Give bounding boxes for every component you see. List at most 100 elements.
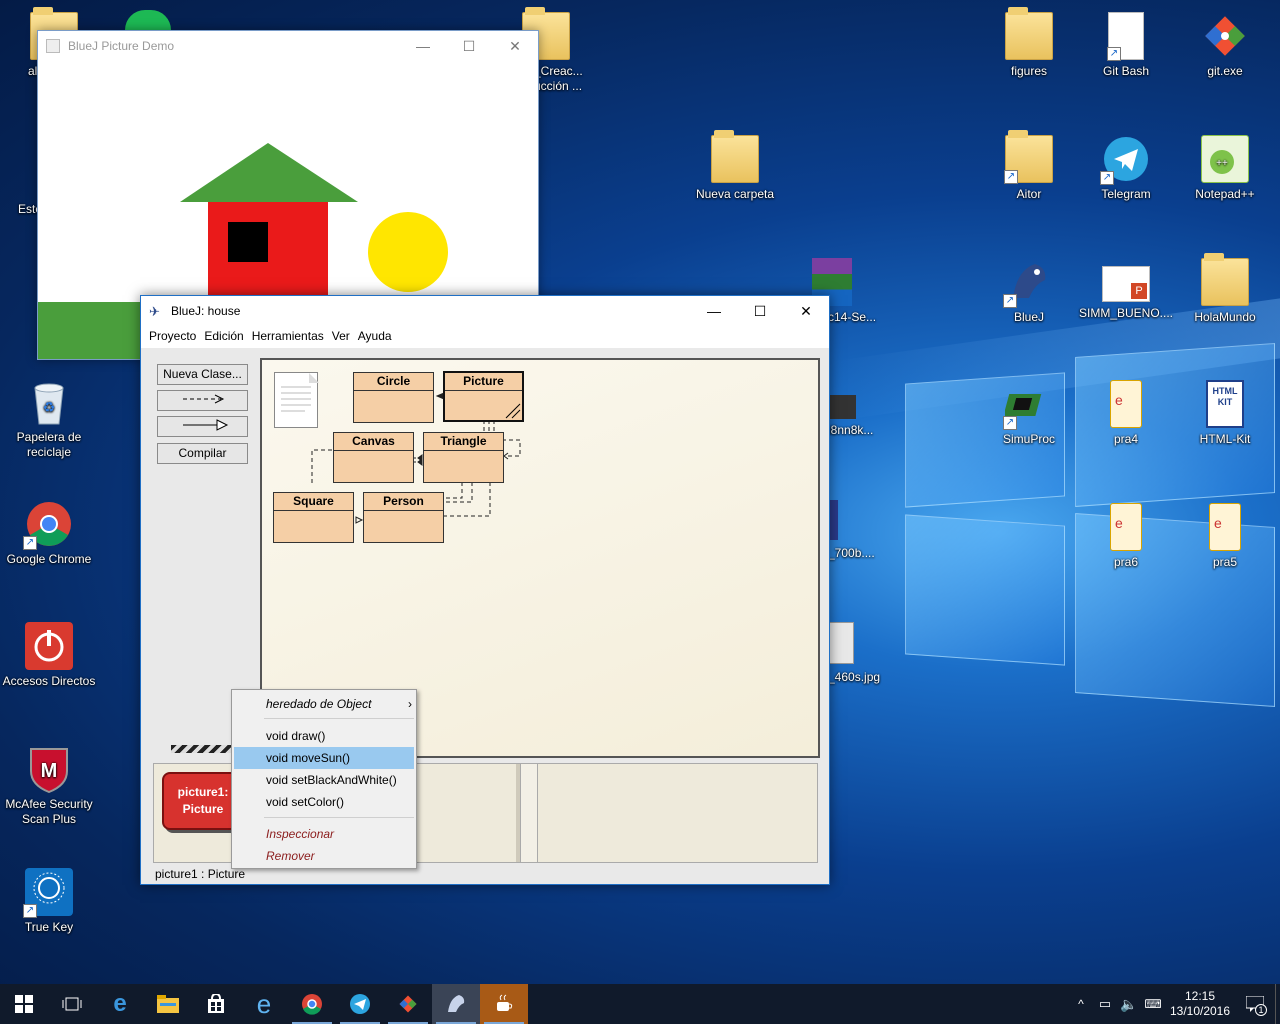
codepad-area[interactable]: [538, 764, 817, 862]
minimize-button[interactable]: —: [400, 31, 446, 61]
image-icon: [828, 395, 856, 419]
desktop-icon-truekey[interactable]: ↗ True Key: [1, 868, 97, 935]
menu-edicion[interactable]: Edición: [200, 326, 247, 348]
desktop-icon-accesos[interactable]: Accesos Directos: [1, 622, 97, 689]
shortcut-arrow-icon: ↗: [23, 536, 37, 550]
class-canvas[interactable]: Canvas: [333, 432, 414, 483]
menu-proyecto[interactable]: Proyecto: [145, 326, 200, 348]
compile-button[interactable]: Compilar: [157, 443, 248, 464]
clock[interactable]: 12:15 13/10/2016: [1165, 989, 1235, 1019]
chrome-taskbar-icon[interactable]: [288, 984, 336, 1024]
uses-arrow-button[interactable]: [157, 390, 248, 411]
java-taskbar-icon[interactable]: [480, 984, 528, 1024]
menu-item-setblackandwhite[interactable]: void setBlackAndWhite(): [234, 769, 414, 791]
power-icon: [25, 622, 73, 670]
store-icon[interactable]: [192, 984, 240, 1024]
desktop-icon-simm[interactable]: P SIMM_BUENO....: [1078, 258, 1174, 321]
menu-ayuda[interactable]: Ayuda: [354, 326, 396, 348]
new-class-button[interactable]: Nueva Clase...: [157, 364, 248, 385]
bluej-toolbar: Nueva Clase... Compilar: [157, 364, 248, 469]
class-name: Picture: [445, 373, 522, 391]
bluej-window-title: BlueJ: house: [171, 304, 241, 318]
class-triangle[interactable]: Triangle: [423, 432, 504, 483]
desktop-icon-pra5[interactable]: e pra5: [1177, 503, 1273, 570]
menu-item-remove[interactable]: Remover: [234, 845, 414, 867]
menu-ver[interactable]: Ver: [328, 326, 354, 348]
desktop-icon-htmlkit[interactable]: HTML KIT HTML-Kit: [1177, 380, 1273, 447]
desktop-icon-notepadpp[interactable]: ++ Notepad++: [1177, 135, 1273, 202]
start-button[interactable]: [0, 984, 48, 1024]
task-view-icon: [62, 997, 82, 1011]
file-explorer-icon[interactable]: [144, 984, 192, 1024]
volume-icon[interactable]: 🔈: [1117, 996, 1141, 1013]
close-button[interactable]: ✕: [492, 31, 538, 61]
desktop-icon-mcafee[interactable]: M McAfee Security Scan Plus: [1, 745, 97, 827]
desktop-icon-pra6[interactable]: e pra6: [1078, 503, 1174, 570]
object-context-menu[interactable]: heredado de Object › void draw() void mo…: [231, 689, 417, 869]
desktop-icon-pra4[interactable]: e pra4: [1078, 380, 1174, 447]
class-person[interactable]: Person: [363, 492, 444, 543]
chevron-up-icon[interactable]: ^: [1069, 997, 1093, 1011]
class-circle[interactable]: Circle: [353, 372, 434, 423]
maximize-button[interactable]: ☐: [737, 296, 783, 326]
taskbar: e e ^ ▭ 🔈 ⌨ 12:15 13/10/2016 1: [0, 984, 1280, 1024]
desktop-icon-telegram[interactable]: ↗ Telegram: [1078, 135, 1174, 202]
menu-item-inherited[interactable]: heredado de Object ›: [234, 693, 414, 715]
action-center-button[interactable]: 1: [1235, 984, 1275, 1024]
maximize-button[interactable]: ☐: [446, 31, 492, 61]
desktop-icon-image1[interactable]: i8nn8k...: [828, 395, 888, 438]
edge-icon[interactable]: e: [96, 984, 144, 1024]
system-tray: ^ ▭ 🔈 ⌨ 12:15 13/10/2016 1: [1069, 984, 1280, 1024]
wallpaper-pane: [905, 514, 1065, 666]
desktop-icon-image2[interactable]: _700b....: [828, 500, 888, 561]
desktop-icon-bluej[interactable]: ↗ BlueJ: [981, 258, 1077, 325]
input-language-icon[interactable]: ⌨: [1141, 997, 1165, 1011]
shortcut-arrow-icon: ↗: [23, 904, 37, 918]
class-picture[interactable]: Picture: [443, 371, 524, 422]
desktop-icon-recycle-bin[interactable]: ♻ Papelera de reciclaje: [1, 378, 97, 460]
class-name: Canvas: [334, 433, 413, 451]
desktop-icon-simuproc[interactable]: ↗ SimuProc: [981, 380, 1077, 447]
network-icon[interactable]: ▭: [1093, 996, 1117, 1012]
folder-icon: [711, 130, 759, 183]
telegram-taskbar-icon[interactable]: [336, 984, 384, 1024]
desktop-icon-image3[interactable]: _460s.jpg: [828, 622, 888, 685]
menu-separator: [264, 817, 414, 818]
desktop-icon-git[interactable]: git.exe: [1177, 12, 1273, 79]
notepadpp-icon: ++: [1201, 135, 1249, 183]
menu-item-movesun[interactable]: void moveSun(): [234, 747, 414, 769]
svg-text:♻: ♻: [43, 399, 56, 415]
desktop-icon-gitbash[interactable]: ↗ Git Bash: [1078, 12, 1174, 79]
desktop-icon-figures[interactable]: figures: [981, 7, 1077, 79]
class-name: Circle: [354, 373, 433, 391]
desktop-icon-aitor[interactable]: ↗ Aitor: [981, 130, 1077, 202]
bluej-icon: ↗: [1003, 258, 1053, 308]
spotify-icon[interactable]: [125, 10, 171, 30]
ie-icon[interactable]: e: [240, 984, 288, 1024]
class-square[interactable]: Square: [273, 492, 354, 543]
status-bar: picture1 : Picture: [155, 867, 246, 881]
menu-item-setcolor[interactable]: void setColor(): [234, 791, 414, 813]
windows-icon: [15, 995, 33, 1013]
show-desktop-button[interactable]: [1275, 984, 1280, 1024]
desktop-icon-holamundo[interactable]: HolaMundo: [1177, 253, 1273, 325]
close-button[interactable]: ✕: [783, 296, 829, 326]
bluej-titlebar[interactable]: ✈ BlueJ: house — ☐ ✕: [141, 296, 829, 326]
minimize-button[interactable]: —: [691, 296, 737, 326]
notification-count: 1: [1255, 1004, 1267, 1016]
inheritance-arrow-button[interactable]: [157, 416, 248, 437]
bluej-taskbar-icon[interactable]: [432, 984, 480, 1024]
git-taskbar-icon[interactable]: [384, 984, 432, 1024]
menu-item-draw[interactable]: void draw(): [234, 725, 414, 747]
desktop-icon-chrome[interactable]: ↗ Google Chrome: [1, 500, 97, 567]
desktop-icon-nueva-carpeta[interactable]: Nueva carpeta: [687, 130, 783, 202]
shortcut-arrow-icon: ↗: [1004, 170, 1018, 184]
truekey-icon: ↗: [23, 868, 73, 918]
picture-window-titlebar[interactable]: BlueJ Picture Demo — ☐ ✕: [38, 31, 538, 61]
menu-herramientas[interactable]: Herramientas: [248, 326, 328, 348]
htmlkit-icon: HTML KIT: [1206, 380, 1244, 428]
telegram-icon: ↗: [1100, 135, 1150, 185]
readme-note-icon[interactable]: [274, 372, 319, 428]
menu-item-inspect[interactable]: Inspeccionar: [234, 823, 414, 845]
task-view-button[interactable]: [48, 984, 96, 1024]
